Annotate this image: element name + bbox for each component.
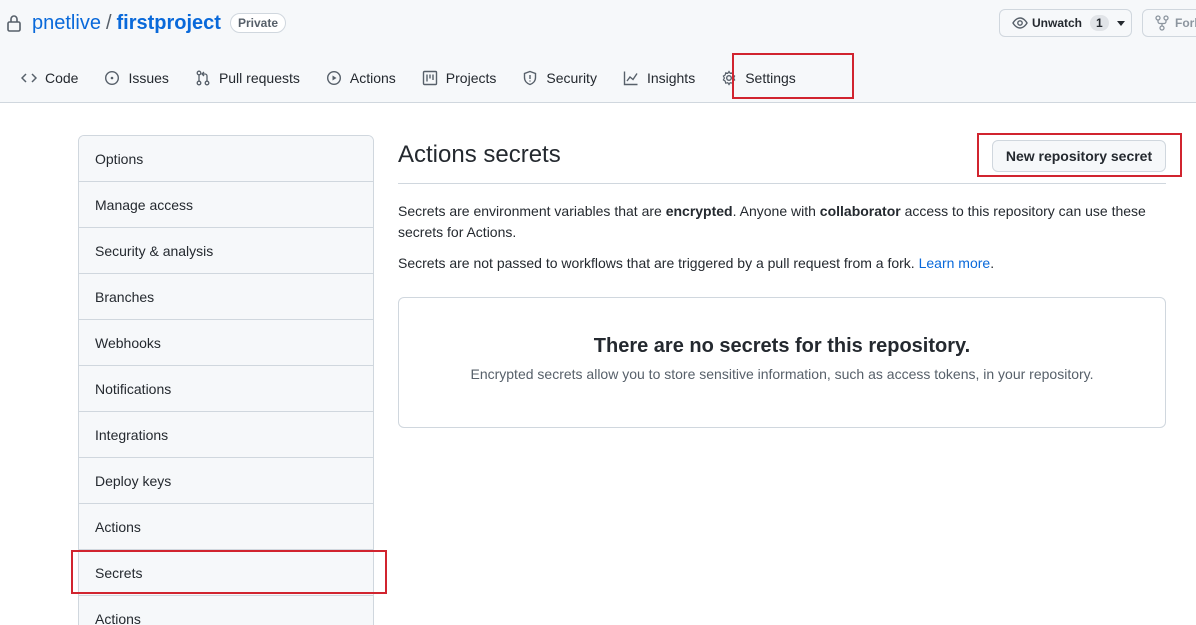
tab-actions[interactable]: Actions — [313, 56, 409, 100]
tab-label: Issues — [128, 70, 169, 86]
sidebar-item-webhooks[interactable]: Webhooks — [79, 320, 373, 366]
repo-title: pnetlive / firstproject Private — [6, 10, 286, 36]
lock-icon — [7, 15, 21, 32]
project-icon — [422, 70, 437, 86]
tab-code[interactable]: Code — [8, 56, 91, 100]
sidebar-item-actions-runners[interactable]: Actions — [79, 596, 373, 625]
repo-header: pnetlive / firstproject Private Unwatch … — [0, 0, 1196, 103]
fork-note: Secrets are not passed to workflows that… — [398, 253, 1166, 274]
eye-icon — [1012, 17, 1028, 29]
shield-icon — [524, 70, 537, 86]
tab-label: Security — [546, 70, 597, 86]
repo-separator: / — [105, 11, 112, 34]
chevron-down-icon[interactable] — [1116, 20, 1125, 26]
repo-nav: Code Issues Pull requests Actions Projec… — [8, 56, 809, 102]
desc1-b: encrypted — [665, 203, 733, 219]
fork-button[interactable]: Fork — [1142, 9, 1196, 37]
graph-icon — [623, 71, 638, 86]
blankslate: There are no secrets for this repository… — [398, 297, 1166, 428]
unwatch-label: Unwatch — [1032, 16, 1083, 30]
fork-label: Fork — [1175, 16, 1196, 30]
sidebar-item-branches[interactable]: Branches — [79, 274, 373, 320]
sidebar-item-options[interactable]: Options — [79, 136, 373, 182]
sidebar-item-integrations[interactable]: Integrations — [79, 412, 373, 458]
visibility-badge: Private — [229, 13, 286, 33]
desc2-a: Secrets are not passed to workflows that… — [398, 255, 919, 271]
code-icon — [21, 73, 37, 83]
desc1-d: collaborator — [819, 203, 901, 219]
tab-label: Actions — [349, 70, 396, 86]
unwatch-button[interactable]: Unwatch 1 — [999, 9, 1132, 37]
tab-security[interactable]: Security — [509, 56, 610, 100]
new-secret-highlight-box — [977, 133, 1182, 177]
sidebar-item-notifications[interactable]: Notifications — [79, 366, 373, 412]
desc1-a: Secrets are environment variables that a… — [398, 203, 666, 219]
blankslate-title: There are no secrets for this repository… — [593, 335, 971, 357]
tab-insights[interactable]: Insights — [610, 56, 708, 100]
tab-projects[interactable]: Projects — [409, 56, 510, 100]
sidebar-item-manage-access[interactable]: Manage access — [79, 182, 373, 228]
title-divider — [398, 183, 1166, 184]
tab-pull-requests[interactable]: Pull requests — [182, 56, 313, 100]
tab-label: Projects — [445, 70, 497, 86]
blankslate-subtitle: Encrypted secrets allow you to store sen… — [470, 366, 1094, 382]
sidebar-item-security-analysis[interactable]: Security & analysis — [79, 228, 373, 274]
tab-label: Pull requests — [218, 70, 300, 86]
secrets-highlight-box — [71, 550, 387, 594]
issue-icon — [105, 70, 120, 86]
sidebar-item-actions[interactable]: Actions — [79, 504, 373, 550]
desc2-end: . — [990, 255, 995, 271]
secrets-description: Secrets are environment variables that a… — [398, 201, 1166, 243]
repo-owner-link[interactable]: pnetlive — [32, 12, 101, 35]
tab-issues[interactable]: Issues — [91, 56, 181, 100]
page-title: Actions secrets — [398, 141, 561, 168]
settings-highlight-box — [732, 53, 854, 99]
tab-label: Insights — [646, 70, 696, 86]
sidebar-item-deploy-keys[interactable]: Deploy keys — [79, 458, 373, 504]
fork-icon — [1155, 15, 1169, 31]
learn-more-link[interactable]: Learn more — [919, 255, 991, 271]
repo-name-link[interactable]: firstproject — [117, 12, 221, 35]
tab-label: Code — [45, 70, 79, 86]
watch-count: 1 — [1090, 15, 1109, 31]
desc1-c: . Anyone with — [732, 203, 820, 219]
play-icon — [326, 70, 341, 86]
pull-request-icon — [196, 70, 210, 86]
